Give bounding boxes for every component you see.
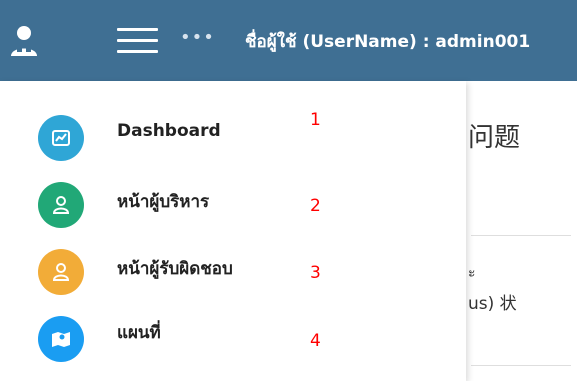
background-text: us) 状 xyxy=(468,294,517,314)
menu-item-label: แผนที่ xyxy=(117,323,161,343)
menu-item-map[interactable]: แผนที่ 4 xyxy=(0,302,466,368)
hamburger-line xyxy=(117,28,158,31)
background-divider xyxy=(471,365,571,366)
menu-item-executive[interactable]: หน้าผู้บริหาร 2 xyxy=(0,168,466,234)
username-display: ชื่อผู้ใช้ (UserName) : admin001 xyxy=(245,32,531,52)
navigation-dropdown-menu: Dashboard 1 หน้าผู้บริหาร 2 หน้าผู้รับผิ… xyxy=(0,81,466,381)
user-icon xyxy=(52,196,70,214)
menu-item-dashboard[interactable]: Dashboard 1 xyxy=(0,101,466,167)
menu-item-label: Dashboard xyxy=(117,121,221,141)
hamburger-line xyxy=(117,50,158,53)
responsible-icon-circle xyxy=(38,249,84,295)
executive-icon-circle xyxy=(38,182,84,228)
background-text: ะ xyxy=(468,265,476,281)
dashboard-icon-circle xyxy=(38,115,84,161)
map-icon xyxy=(52,332,70,347)
background-page-title: 问题 xyxy=(468,123,521,153)
hamburger-line xyxy=(117,39,158,42)
menu-item-label: หน้าผู้บริหาร xyxy=(117,192,210,212)
background-divider xyxy=(471,235,571,236)
menu-item-responsible[interactable]: หน้าผู้รับผิดชอบ 3 xyxy=(0,235,466,301)
map-icon-circle xyxy=(38,316,84,362)
top-bar: ••• ชื่อผู้ใช้ (UserName) : admin001 xyxy=(0,0,577,81)
annotation-number: 4 xyxy=(310,331,321,351)
menu-item-label: หน้าผู้รับผิดชอบ xyxy=(117,259,233,279)
annotation-number: 3 xyxy=(310,263,321,283)
hamburger-menu-button[interactable] xyxy=(117,28,158,54)
more-options-button[interactable]: ••• xyxy=(180,27,215,48)
annotation-number: 1 xyxy=(310,110,321,130)
user-icon xyxy=(52,263,70,281)
annotation-number: 2 xyxy=(310,196,321,216)
chart-icon xyxy=(52,130,70,146)
user-profile-icon[interactable] xyxy=(9,24,39,58)
